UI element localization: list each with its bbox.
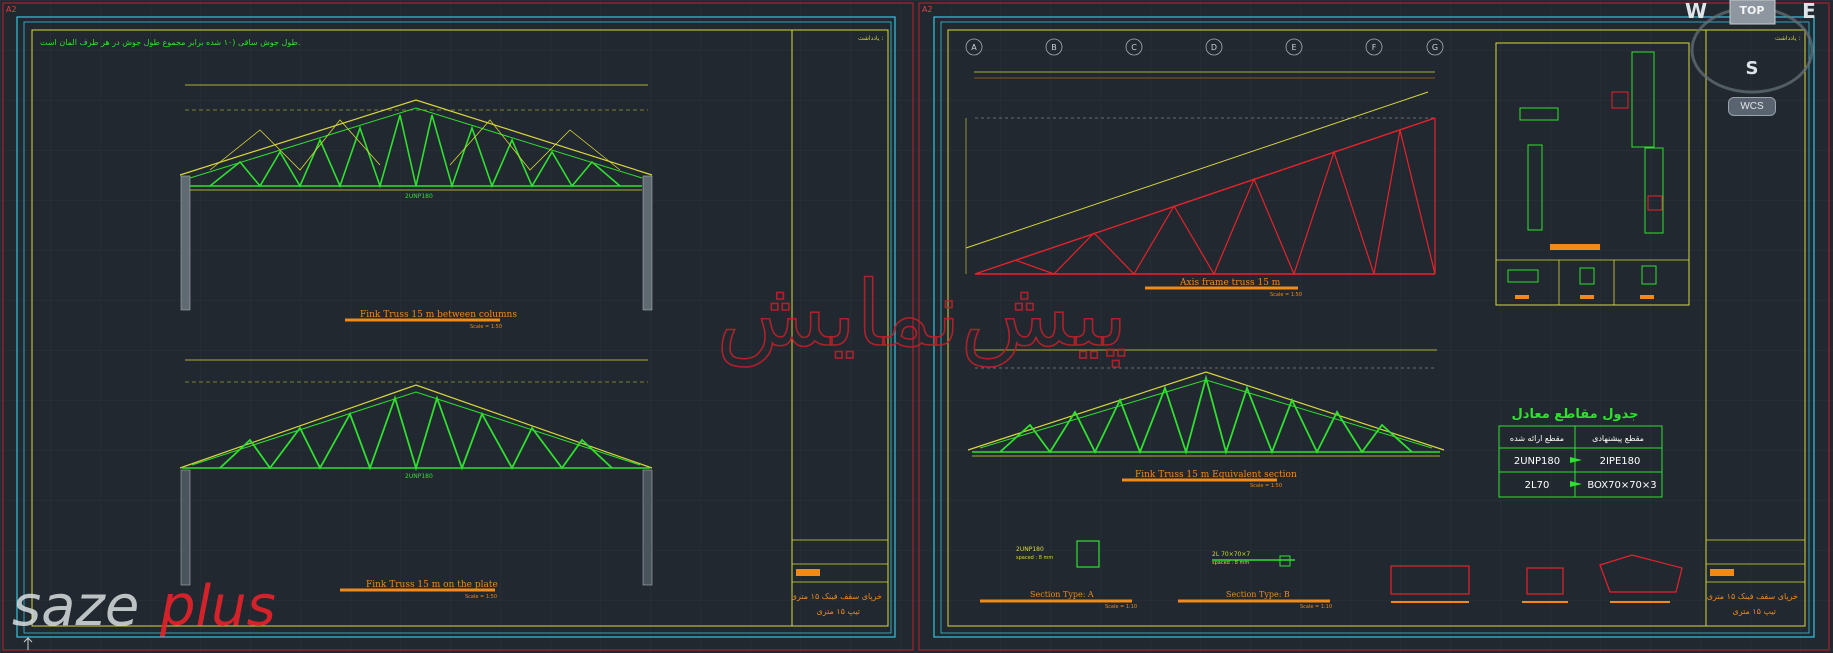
section-b-label: 2L 70×70×7 bbox=[1212, 551, 1250, 558]
title-block-left-name1: خرپای سقف فینک ۱۵ متری bbox=[791, 592, 882, 601]
sheet-left-label: A2 bbox=[6, 5, 17, 14]
title-block-left-name2: تیپ ۱۵ متری bbox=[816, 607, 860, 616]
title-axis-frame: Axis frame truss 15 m bbox=[1179, 278, 1281, 288]
section-a-label: 2UNP180 bbox=[1016, 546, 1044, 553]
grid-axis-b: B bbox=[1051, 43, 1057, 52]
scale-section-a: Scale = 1:10 bbox=[1105, 604, 1137, 610]
equiv-table-header-proposed: مقطع پیشنهادی bbox=[1592, 434, 1644, 443]
title-block-right-name1: خرپای سقف فینک ۱۵ متری bbox=[1707, 592, 1798, 601]
left-wall-hatch bbox=[180, 469, 191, 586]
grid-axis-c: C bbox=[1131, 43, 1137, 52]
title-section-b: Section Type: B bbox=[1226, 590, 1290, 599]
viewcube-south[interactable]: S bbox=[1746, 58, 1759, 79]
equiv-table-title: جدول مقاطع معادل bbox=[1512, 407, 1639, 422]
equiv-row2-given: 2L70 bbox=[1525, 480, 1550, 491]
title-section-a: Section Type: A bbox=[1030, 590, 1094, 599]
right-column bbox=[642, 175, 653, 311]
grid-axis-d: D bbox=[1211, 43, 1217, 52]
viewcube-top-label: TOP bbox=[1740, 4, 1765, 17]
viewcube-east[interactable]: E bbox=[1802, 0, 1816, 23]
title-block-right-logo bbox=[1710, 569, 1734, 576]
scale-section-b: Scale = 1:10 bbox=[1300, 604, 1332, 610]
equiv-row1-given: 2UNP180 bbox=[1514, 456, 1560, 467]
section-b-sub: spaced : 8 mm bbox=[1212, 560, 1249, 566]
title-block-left-header: یادداشت : bbox=[858, 35, 883, 42]
detail-mini-base-2 bbox=[1580, 295, 1594, 299]
cad-drawing-canvas[interactable]: A2 طول جوش ساقی (۱۰ شده برابر مجموع طول … bbox=[0, 0, 1833, 653]
viewcube-west[interactable]: W bbox=[1685, 0, 1707, 23]
logo-part-saze: saze bbox=[12, 574, 139, 639]
detail-mini-base-1 bbox=[1515, 295, 1529, 299]
title-block-right-header: یادداشت : bbox=[1775, 35, 1800, 42]
equiv-row1-proposed: 2IPE180 bbox=[1600, 456, 1641, 467]
right-wall-hatch bbox=[642, 469, 653, 586]
title-block-left-logo bbox=[796, 569, 820, 576]
section-label-between: 2UNP180 bbox=[405, 193, 433, 200]
detail-mini-base-3 bbox=[1640, 295, 1654, 299]
equiv-table-header-given: مقطع ارائه شده bbox=[1510, 434, 1564, 443]
preview-watermark: پیش‌نمایش bbox=[716, 262, 1127, 367]
title-block-right-name2: تیپ ۱۵ متری bbox=[1732, 607, 1776, 616]
title-fink-equivalent: Fink Truss 15 m Equivalent section bbox=[1135, 470, 1297, 480]
left-column bbox=[180, 175, 191, 311]
grid-axis-e: E bbox=[1291, 43, 1296, 52]
grid-axis-f: F bbox=[1372, 43, 1377, 52]
grid-axis-a: A bbox=[971, 43, 977, 52]
sheet-right-label: A2 bbox=[922, 5, 933, 14]
title-fink-between-columns: Fink Truss 15 m between columns bbox=[360, 310, 517, 320]
logo-part-plus: plus bbox=[159, 574, 276, 639]
weld-note: طول جوش ساقی (۱۰ شده برابر مجموع طول جوش… bbox=[40, 38, 300, 47]
scale-fink-equivalent: Scale = 1:50 bbox=[1250, 483, 1282, 489]
section-label-plate: 2UNP180 bbox=[405, 473, 433, 480]
detail-base-1 bbox=[1550, 244, 1600, 250]
section-a-sub: spaced : 8 mm bbox=[1016, 555, 1053, 561]
equiv-row2-proposed: BOX70×70×3 bbox=[1587, 480, 1656, 491]
wcs-menu-button[interactable]: WCS bbox=[1728, 97, 1776, 116]
scale-fink-between-columns: Scale = 1:50 bbox=[470, 324, 502, 330]
scale-axis-frame: Scale = 1:50 bbox=[1270, 292, 1302, 298]
scale-fink-on-plate: Scale = 1:50 bbox=[465, 594, 497, 600]
title-fink-on-plate: Fink Truss 15 m on the plate bbox=[366, 580, 498, 590]
grid-axis-g: G bbox=[1432, 43, 1438, 52]
